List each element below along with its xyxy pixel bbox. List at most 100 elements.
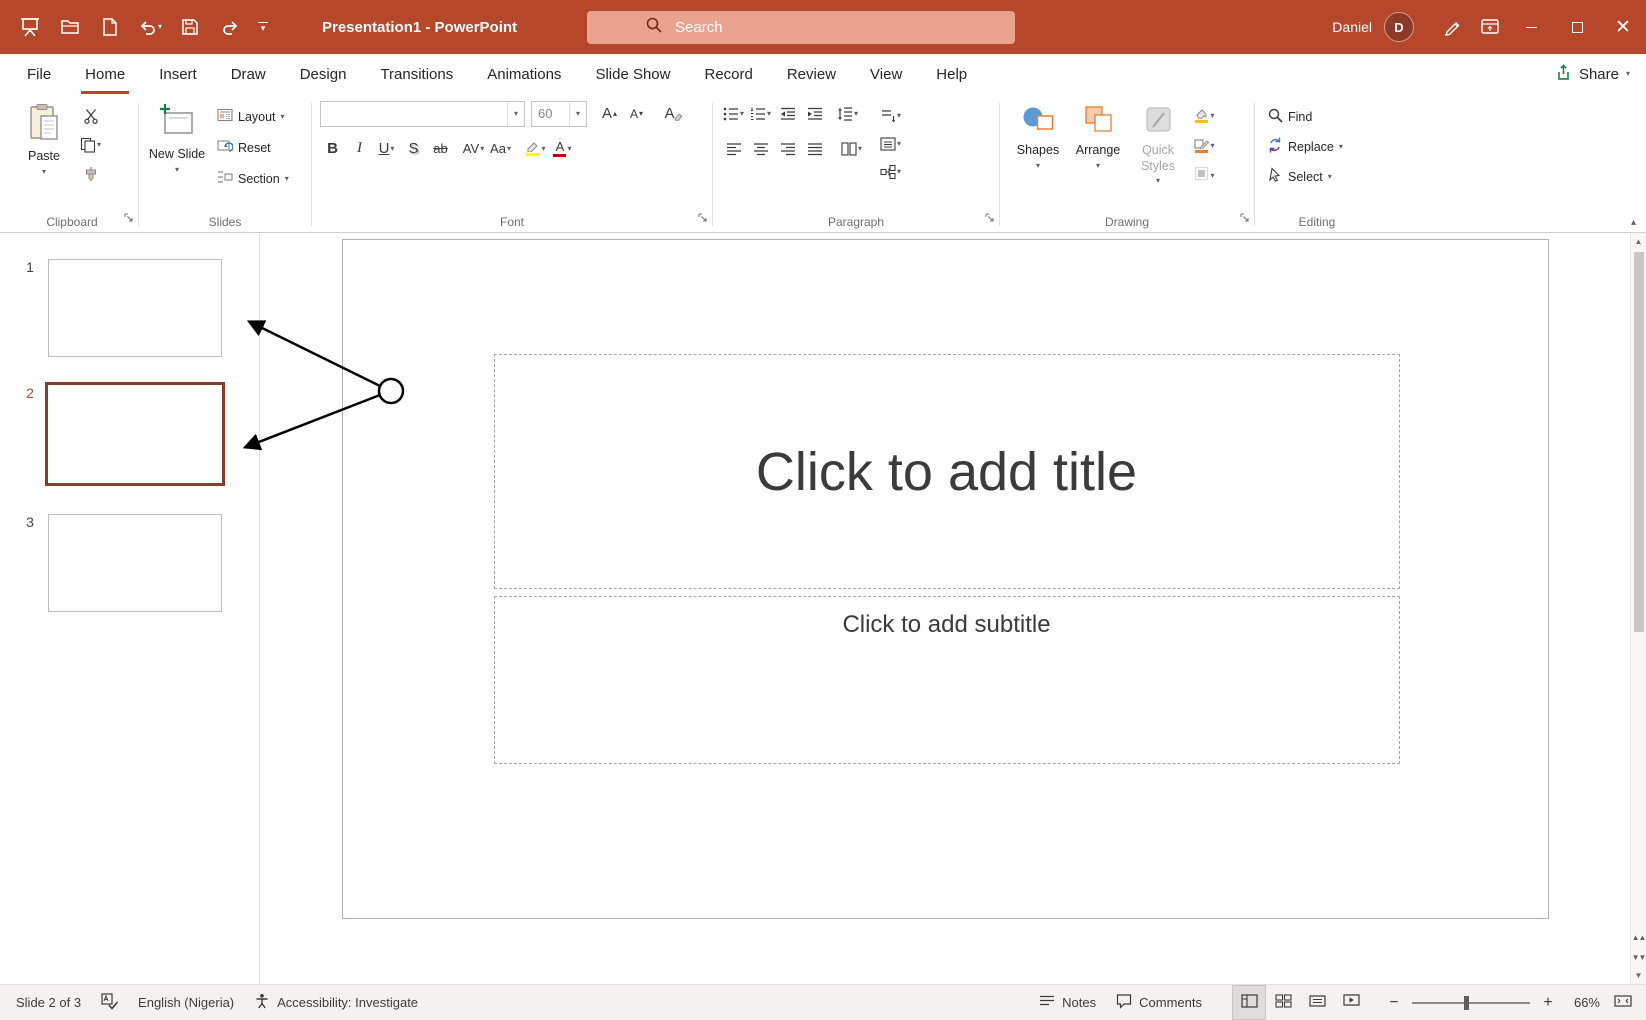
character-spacing-button[interactable]: AV [461,136,486,161]
align-left-button[interactable] [721,136,746,161]
share-button[interactable]: Share [1555,54,1630,94]
underline-button[interactable]: U [374,136,399,161]
grow-font-button[interactable]: A▴ [597,101,622,126]
minimize-button[interactable] [1508,0,1554,54]
find-button[interactable]: Find [1263,103,1347,130]
font-color-button[interactable]: A [550,136,575,161]
format-painter-button[interactable] [78,161,103,186]
scroll-up-button[interactable]: ▲ [1631,233,1646,250]
convert-smartart-button[interactable] [878,159,903,184]
notes-button[interactable]: Notes [1029,985,1106,1020]
font-name-combobox[interactable] [320,101,525,127]
justify-button[interactable] [802,136,827,161]
search-box[interactable]: Search [587,11,1015,44]
language-status[interactable]: English (Nigeria) [128,985,244,1020]
spellcheck-button[interactable] [91,985,128,1020]
new-slide-button[interactable]: New Slide [147,99,207,174]
strikethrough-button[interactable]: ab [428,136,453,161]
select-button[interactable]: Select [1263,163,1347,190]
quick-styles-button[interactable]: Quick Styles [1128,99,1188,185]
slide-thumbnail-2[interactable]: 2 [0,385,259,486]
collapse-ribbon-button[interactable]: ▴ [1631,217,1636,228]
slide-editor[interactable]: Click to add title Click to add subtitle [342,239,1549,919]
section-button[interactable]: Section [213,165,293,192]
shrink-font-button[interactable]: A▾ [624,101,649,126]
text-highlight-button[interactable] [523,136,548,161]
shape-fill-button[interactable] [1192,103,1217,128]
open-file-icon[interactable] [52,9,88,45]
clipboard-dialog-launcher[interactable] [124,210,134,228]
layout-button[interactable]: Layout [213,103,293,130]
align-text-button[interactable] [878,131,903,156]
slide-indicator[interactable]: Slide 2 of 3 [6,985,91,1020]
slide-sorter-view-button[interactable] [1266,985,1300,1020]
copy-button[interactable] [78,132,103,157]
comments-button[interactable]: Comments [1106,985,1212,1020]
shapes-button[interactable]: Shapes [1008,99,1068,170]
title-placeholder[interactable]: Click to add title [494,354,1400,589]
subtitle-placeholder[interactable]: Click to add subtitle [494,596,1400,764]
slide-canvas[interactable]: Click to add title Click to add subtitle [260,233,1630,984]
user-name[interactable]: Daniel [1332,19,1372,35]
shape-effects-button[interactable] [1192,163,1217,188]
paste-button[interactable]: Paste [14,99,74,176]
tab-home[interactable]: Home [68,54,142,94]
save-button[interactable] [172,9,208,45]
italic-button[interactable]: I [347,136,372,161]
slide-thumbnail-preview[interactable] [48,514,222,612]
customize-quick-access-button[interactable] [252,10,274,44]
drawing-dialog-launcher[interactable] [1240,210,1250,228]
tab-transitions[interactable]: Transitions [363,54,470,94]
ink-pen-icon[interactable] [1436,9,1472,45]
replace-button[interactable]: Replace [1263,133,1347,160]
normal-view-button[interactable] [1232,985,1266,1020]
zoom-percentage[interactable]: 66% [1560,995,1606,1010]
powerpoint-app-icon[interactable] [12,9,48,45]
bullets-button[interactable] [721,101,746,126]
zoom-slider[interactable] [1412,1002,1530,1004]
text-shadow-button[interactable]: S [401,136,426,161]
columns-button[interactable] [839,136,864,161]
ribbon-display-options-icon[interactable] [1472,9,1508,45]
line-spacing-button[interactable] [835,101,860,126]
slide-thumbnail-3[interactable]: 3 [0,514,259,612]
decrease-indent-button[interactable] [775,101,800,126]
text-direction-button[interactable] [878,103,903,128]
tab-record[interactable]: Record [687,54,769,94]
change-case-button[interactable]: Aa [488,136,513,161]
zoom-slider-thumb[interactable] [1464,996,1469,1010]
vertical-scrollbar[interactable]: ▲ ▲▲ ▼▼ ▼ [1630,233,1646,984]
tab-design[interactable]: Design [283,54,364,94]
align-right-button[interactable] [775,136,800,161]
tab-view[interactable]: View [853,54,919,94]
increase-indent-button[interactable] [802,101,827,126]
reading-view-button[interactable] [1300,985,1334,1020]
font-dialog-launcher[interactable] [698,210,708,228]
redo-button[interactable] [212,9,248,45]
cut-button[interactable] [78,103,103,128]
slideshow-button[interactable] [1334,985,1368,1020]
shape-outline-button[interactable] [1192,133,1217,158]
accessibility-status[interactable]: Accessibility: Investigate [244,985,428,1020]
slide-thumbnail-1[interactable]: 1 [0,259,259,357]
bold-button[interactable]: B [320,136,345,161]
arrange-button[interactable]: Arrange [1068,99,1128,170]
scrollbar-thumb[interactable] [1634,252,1644,632]
previous-slide-button[interactable]: ▲▲ [1631,927,1646,947]
font-size-combobox[interactable]: 60 [531,101,587,127]
tab-slide-show[interactable]: Slide Show [578,54,687,94]
new-file-icon[interactable] [92,9,128,45]
close-button[interactable]: ✕ [1600,0,1646,54]
numbering-button[interactable] [748,101,773,126]
tab-draw[interactable]: Draw [214,54,283,94]
slide-thumbnail-preview[interactable] [48,259,222,357]
tab-review[interactable]: Review [770,54,853,94]
zoom-in-button[interactable]: + [1536,985,1560,1020]
reset-button[interactable]: Reset [213,134,293,161]
paragraph-dialog-launcher[interactable] [985,210,995,228]
tab-help[interactable]: Help [919,54,984,94]
slide-thumbnail-preview[interactable] [45,382,225,486]
fit-to-window-button[interactable] [1606,985,1640,1020]
tab-animations[interactable]: Animations [470,54,578,94]
zoom-out-button[interactable]: − [1382,985,1406,1020]
